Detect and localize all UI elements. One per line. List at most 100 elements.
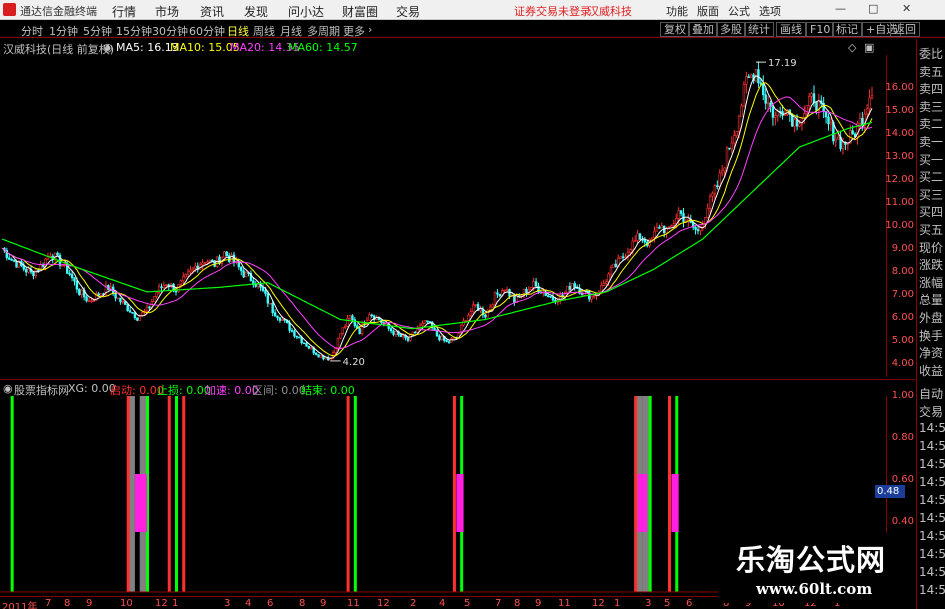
candle-body xyxy=(128,310,132,313)
menu-caifuquan[interactable]: 财富圈 xyxy=(342,3,378,20)
candle-body xyxy=(728,147,731,150)
quote-label: 换手 xyxy=(919,328,944,343)
candle-body xyxy=(549,295,552,298)
menu-jiaoyi[interactable]: 交易 xyxy=(396,3,420,20)
diejia-button[interactable]: 叠加 xyxy=(688,22,718,37)
candle-body xyxy=(590,295,593,300)
candle-body xyxy=(851,130,854,135)
candle-body xyxy=(679,210,683,214)
quote-label: 买五 xyxy=(919,223,944,237)
login-status[interactable]: 证券交易未登录 xyxy=(514,3,591,19)
period-15min[interactable]: 15分钟 xyxy=(116,23,152,39)
candle-body xyxy=(609,267,613,275)
candle-body xyxy=(348,315,352,319)
candle-body xyxy=(658,227,661,229)
biaoji-button[interactable]: 标记 xyxy=(832,22,862,37)
indicator-settings-icon[interactable]: ◉ xyxy=(3,382,13,395)
candle-body xyxy=(310,347,313,350)
menu-zixun[interactable]: 资讯 xyxy=(200,3,224,20)
candle-body xyxy=(440,335,444,341)
huaxian-button[interactable]: 画线 xyxy=(776,22,806,37)
trade-label: 14:5 xyxy=(919,529,945,543)
candle-body xyxy=(629,249,632,253)
menu-wenxiaoda[interactable]: 问小达 xyxy=(288,3,324,20)
quote-label: 外盘 xyxy=(919,311,944,325)
candle-body xyxy=(254,284,257,287)
candle-body xyxy=(307,346,311,349)
period-weekly[interactable]: 周线 xyxy=(253,23,275,39)
candle-body xyxy=(484,314,487,318)
candle-body xyxy=(341,327,344,334)
candle-body xyxy=(604,281,608,284)
period-30min[interactable]: 30分钟 xyxy=(152,23,188,39)
candle-body xyxy=(324,357,328,360)
candle-body xyxy=(182,276,185,282)
candlestick-chart[interactable]: 17.19 4.20 xyxy=(0,55,886,377)
settings-gear-icon[interactable]: ◉ xyxy=(103,41,113,54)
y-tick-label: 9.00 xyxy=(891,243,914,254)
start-bar-red xyxy=(182,396,186,592)
candle-body xyxy=(148,306,151,309)
menu-shichang[interactable]: 市场 xyxy=(155,3,179,20)
candle-body xyxy=(534,281,538,287)
trade-label[interactable]: 交易 xyxy=(919,403,943,420)
period-fenshi[interactable]: 分时 xyxy=(21,23,43,39)
menu-xuanxiang[interactable]: 选项 xyxy=(759,3,781,19)
candle-body xyxy=(358,328,361,334)
duogu-button[interactable]: 多股 xyxy=(716,22,746,37)
high-annotation: 17.19 xyxy=(768,58,797,69)
candle-body xyxy=(438,335,441,341)
date-tick-label: 3 xyxy=(224,598,231,609)
current-stock-name: 汉威科技 xyxy=(588,5,632,18)
app-logo-icon xyxy=(3,3,16,16)
y-tick-label: 13.00 xyxy=(885,151,914,162)
candle-body xyxy=(223,251,226,258)
start-bar-red xyxy=(452,396,456,592)
candle-body xyxy=(491,304,494,308)
tongji-button[interactable]: 统计 xyxy=(744,22,774,37)
candle-body xyxy=(716,185,719,188)
diamond-icon[interactable]: ◇ xyxy=(848,41,856,54)
ma5-line xyxy=(1,75,873,359)
candle-body xyxy=(136,317,139,321)
date-tick-label: 9 xyxy=(86,598,93,609)
panel-toggle-icon[interactable]: ▣ xyxy=(864,41,874,54)
candle-body xyxy=(602,283,605,286)
menu-gongneng[interactable]: 功能 xyxy=(666,3,688,19)
indicator-info-bar: ◉ 股票指标网 XG: 0.00 启动: 0.00 止损: 0.00 加速: 0… xyxy=(0,379,915,397)
trade-label[interactable]: 自动 xyxy=(919,385,943,402)
more-chevron-icon[interactable]: › xyxy=(368,23,372,36)
candle-body xyxy=(305,343,308,347)
ma60-line xyxy=(1,121,873,330)
date-tick-label: 9 xyxy=(320,598,327,609)
period-multi[interactable]: 多周期 xyxy=(307,23,340,39)
date-tick-label: 6 xyxy=(686,598,693,609)
candle-body xyxy=(302,342,306,345)
ma60-label: MA60: 14.57 xyxy=(288,41,358,54)
fuquan-button[interactable]: 复权 xyxy=(660,22,690,37)
candle-body xyxy=(621,256,625,259)
menu-gongshi[interactable]: 公式 xyxy=(728,3,750,19)
candle-body xyxy=(80,289,83,295)
back-button[interactable]: 返回 xyxy=(890,22,920,37)
menu-hangqing[interactable]: 行情 xyxy=(112,3,136,20)
close-icon[interactable]: ✕ xyxy=(902,2,911,15)
quote-label: 收益 xyxy=(919,363,944,378)
candle-body xyxy=(445,340,448,342)
period-60min[interactable]: 60分钟 xyxy=(189,23,225,39)
candle-body xyxy=(774,115,777,118)
candle-body xyxy=(242,270,245,278)
f10-button[interactable]: F10 xyxy=(806,22,835,37)
menu-banmian[interactable]: 版面 xyxy=(697,3,719,19)
maximize-icon[interactable]: □ xyxy=(868,2,878,15)
candle-body xyxy=(194,265,197,269)
candle-body xyxy=(266,293,270,304)
minimize-icon[interactable]: — xyxy=(835,2,846,15)
menu-faxian[interactable]: 发现 xyxy=(244,3,268,20)
period-more[interactable]: 更多 xyxy=(343,23,365,39)
period-1min[interactable]: 1分钟 xyxy=(49,23,78,39)
period-daily[interactable]: 日线 xyxy=(227,23,249,39)
period-monthly[interactable]: 月线 xyxy=(280,23,302,39)
candle-body xyxy=(742,83,746,107)
period-5min[interactable]: 5分钟 xyxy=(83,23,112,39)
